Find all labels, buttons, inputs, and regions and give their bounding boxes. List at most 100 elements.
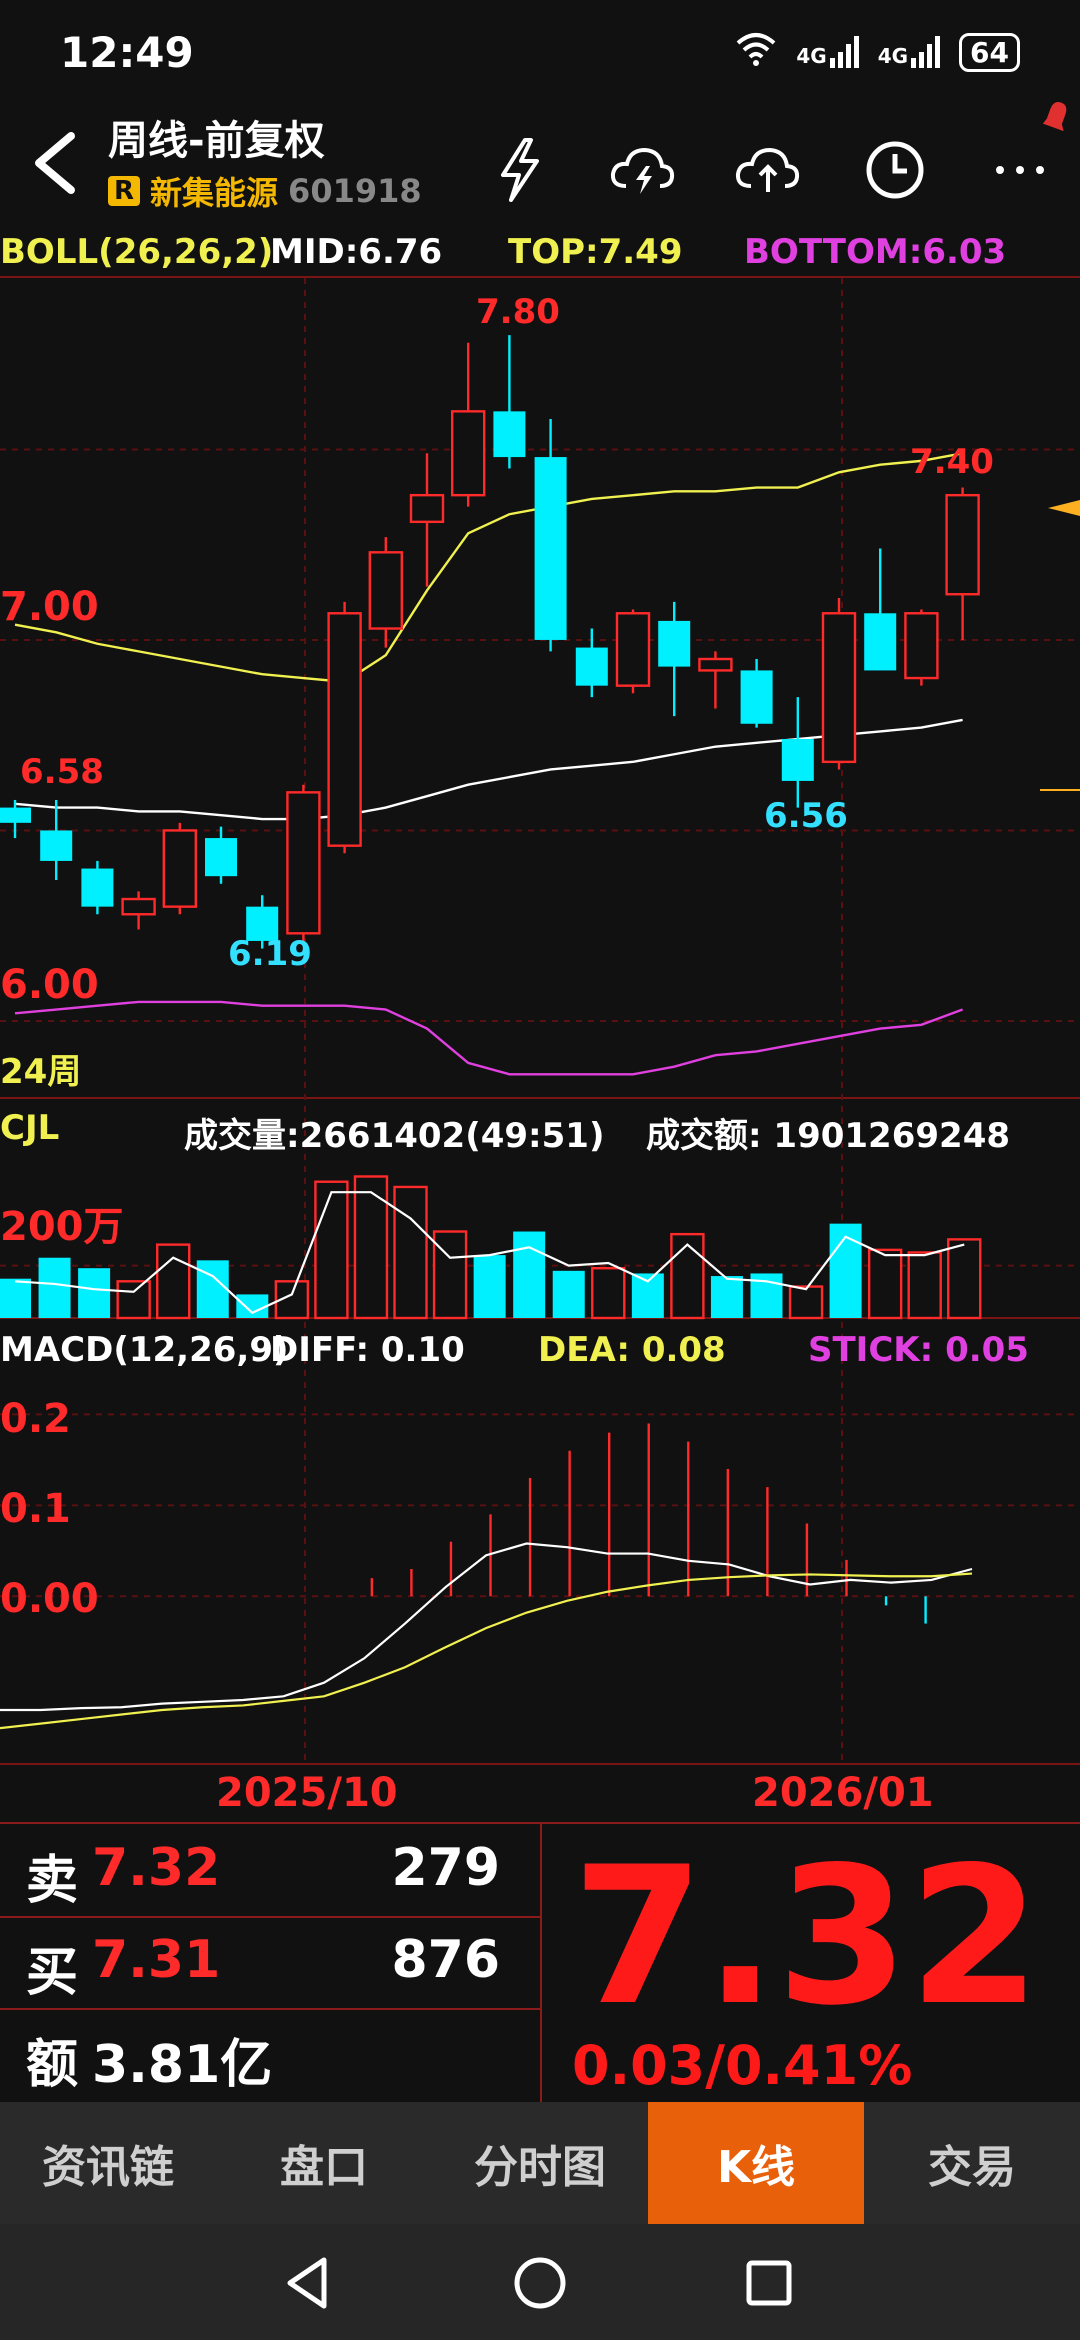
signal-icon-2: 4G [878, 36, 941, 68]
candle-body-1 [40, 830, 73, 861]
status-icons: 4G 4G 64 [734, 30, 1020, 74]
macd-dea: DEA: 0.08 [538, 1330, 726, 1370]
tab-kline[interactable]: K线 [648, 2102, 864, 2224]
more-icon [996, 166, 1044, 174]
candle-body-12 [493, 411, 526, 458]
low-annotation-2: 6.56 [764, 796, 848, 836]
lightning-button[interactable] [480, 130, 560, 210]
boll-top-line [14, 452, 963, 684]
candle-body-5 [205, 838, 237, 877]
circle-home-icon [514, 2257, 566, 2309]
status-bar: 12:49 4G 4G 64 [0, 0, 1080, 100]
buy-row[interactable]: 买 7.31 876 [0, 1916, 540, 2010]
date-label-1: 2025/10 [216, 1770, 398, 1816]
candle-body-16 [658, 620, 691, 667]
amount-value: 3.81亿 [92, 2035, 273, 2095]
volume-axis-label: 200万 [0, 1204, 124, 1250]
buy-label: 买 [26, 1943, 79, 2003]
cloud-lightning-icon [610, 147, 675, 194]
square-recents-icon [746, 2260, 792, 2306]
nav-recents-button[interactable] [734, 2248, 804, 2318]
amount-row: 额 3.81亿 [0, 2008, 540, 2100]
candle-body-3 [121, 897, 156, 916]
volume-bar-0 [0, 1278, 31, 1318]
app-header: 周线-前复权 R 新集能源 601918 [0, 100, 1080, 230]
volume-bar-13 [513, 1231, 546, 1318]
tab-trade[interactable]: 交易 [864, 2102, 1080, 2224]
boll-bottom-line [14, 1000, 964, 1076]
volume-bar-2 [78, 1268, 111, 1318]
tab-intraday[interactable]: 分时图 [432, 2102, 648, 2224]
cjl-label: CJL [0, 1108, 60, 1148]
candle-body-7 [286, 791, 321, 935]
stock-name: 新集能源 [150, 174, 279, 212]
candle-body-8 [327, 612, 362, 847]
volume-bar-15 [591, 1267, 626, 1320]
volume-bar-10 [393, 1185, 428, 1320]
quote-divider [540, 1824, 542, 2104]
low-annotation-1: 6.19 [228, 934, 312, 974]
status-time: 12:49 [60, 28, 194, 77]
sell-row[interactable]: 卖 7.32 279 [0, 1824, 540, 1918]
stock-info[interactable]: R 新集能源 601918 [108, 168, 422, 214]
volume-bar-23 [907, 1251, 942, 1320]
sell-volume: 279 [391, 1838, 500, 1898]
nav-back-button[interactable] [272, 2248, 342, 2318]
candle-body-15 [615, 612, 651, 687]
candle-body-9 [368, 551, 403, 630]
triangle-back-icon [287, 2257, 327, 2309]
notification-bell-icon[interactable] [1034, 94, 1080, 144]
candle-body-22 [904, 612, 939, 680]
volume-bar-17 [670, 1232, 705, 1320]
candle-body-2 [81, 868, 114, 907]
cloud-upload-button[interactable] [728, 130, 808, 210]
volume-bar-20 [788, 1285, 824, 1320]
volume-bar-18 [710, 1276, 743, 1318]
candle-body-19 [781, 739, 814, 781]
candle-body-20 [821, 612, 857, 764]
volume-bar-8 [314, 1180, 349, 1320]
candle-body-4 [162, 829, 198, 908]
cjl-amount: 成交额: 1901269248 [646, 1116, 1011, 1156]
boll-mid: MID:6.76 [270, 232, 443, 272]
cloud-sync-button[interactable] [603, 130, 683, 210]
macd-diff: DIFF: 0.10 [270, 1330, 465, 1370]
volume-bar-9 [353, 1175, 389, 1320]
tab-order-book[interactable]: 盘口 [216, 2102, 432, 2224]
clock-button[interactable] [855, 130, 935, 210]
sell-price: 7.32 [92, 1838, 221, 1898]
candle-body-11 [451, 410, 486, 497]
macd-axis-01: 0.1 [0, 1486, 71, 1532]
volume-bar-11 [432, 1230, 468, 1320]
macd-axis-00: 0.00 [0, 1576, 99, 1622]
date-label-2: 2026/01 [752, 1770, 934, 1816]
system-nav-bar [0, 2224, 1080, 2340]
volume-bar-14 [552, 1270, 585, 1318]
signal-icon-1: 4G [796, 36, 859, 68]
volume-bar-5 [196, 1260, 229, 1318]
left-high-annotation: 6.58 [20, 752, 104, 792]
battery-icon: 64 [959, 32, 1020, 72]
volume-bar-24 [947, 1238, 982, 1320]
candle-body-18 [740, 670, 773, 724]
signal-type-2: 4G [877, 44, 909, 68]
macd-label: MACD(12,26,9) [0, 1330, 289, 1370]
back-button[interactable] [24, 128, 84, 198]
candle-body-13 [534, 457, 567, 640]
boll-bottom: BOTTOM:6.03 [744, 232, 1007, 272]
volume-bar-4 [156, 1243, 191, 1320]
candle-body-10 [409, 493, 445, 524]
back-arrow-icon [35, 132, 75, 194]
period-label: 24周 [0, 1052, 82, 1092]
tab-news-chain[interactable]: 资讯链 [0, 2102, 216, 2224]
price-change: 0.03/0.41% [572, 2034, 913, 2097]
sell-label: 卖 [26, 1851, 79, 1911]
wifi-icon [734, 31, 778, 74]
price-label-600: 6.00 [0, 962, 99, 1008]
macd-diff-line [0, 1542, 973, 1712]
signal-type-1: 4G [796, 44, 827, 68]
volume-bar-12 [473, 1255, 506, 1318]
amount-label: 额 [26, 2035, 79, 2095]
volume-bar-6 [236, 1294, 269, 1318]
nav-home-button[interactable] [505, 2248, 575, 2318]
